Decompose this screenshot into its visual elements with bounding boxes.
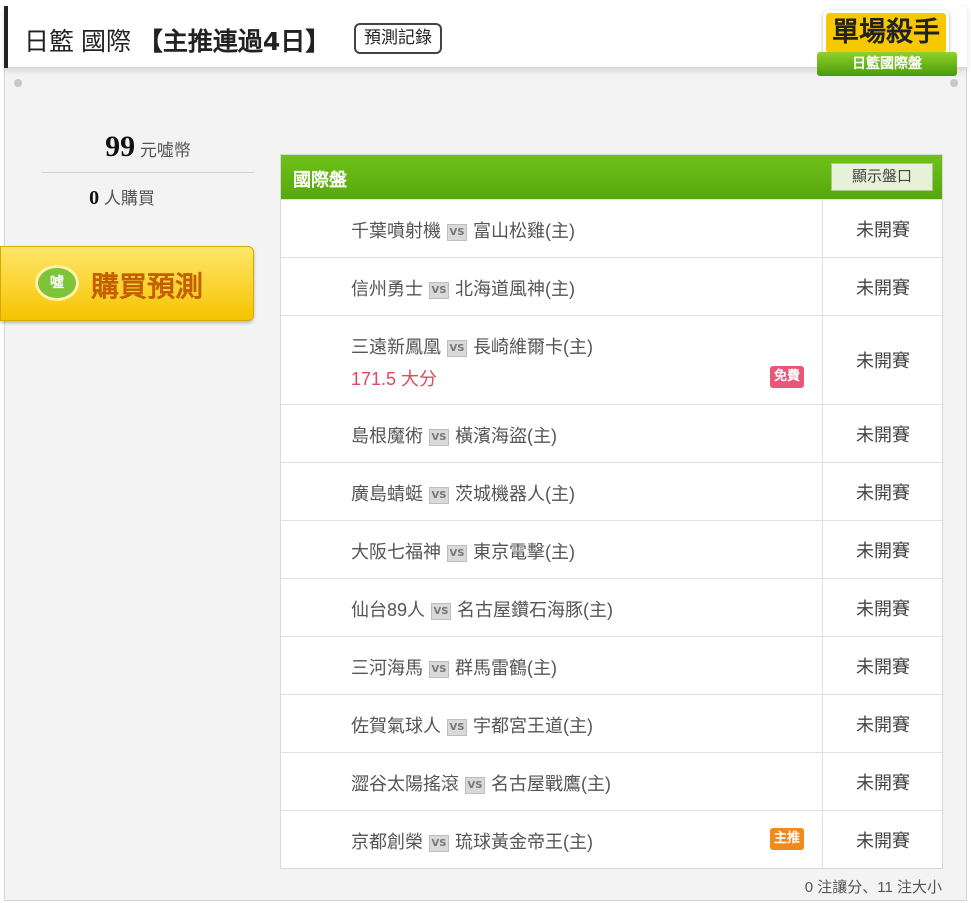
- badge-main-text: 單場殺手: [823, 10, 949, 56]
- title-prefix: 日籃 國際: [24, 28, 131, 56]
- price-display: 99 元噓幣: [42, 130, 254, 164]
- killer-badge: 單場殺手 日籃國際盤: [815, 6, 960, 86]
- home-team: 茨城機器人(主): [455, 484, 575, 504]
- home-team: 宇都宮王道(主): [473, 716, 593, 736]
- match-status: 未開賽: [822, 753, 943, 810]
- table-row: 三河海馬 VS 群馬雷鶴(主) 未開賽: [281, 636, 942, 694]
- match-status: 未開賽: [822, 405, 943, 462]
- vs-icon: VS: [431, 603, 452, 620]
- free-badge: 免費: [770, 366, 805, 388]
- home-team: 琉球黃金帝王(主): [455, 832, 593, 852]
- table-row: 三遠新鳳凰 VS 長崎維爾卡(主) 171.5 大分 免費 未開賽: [281, 315, 942, 404]
- buy-prediction-button[interactable]: 噓 購買預測: [0, 246, 254, 321]
- vs-icon: VS: [447, 719, 467, 736]
- match-status: 未開賽: [822, 200, 943, 257]
- match-teams: 廣島蜻蜓 VS 茨城機器人(主): [351, 480, 575, 506]
- match-teams: 京都創榮 VS 琉球黃金帝王(主): [351, 828, 593, 854]
- buyers-display: 0 人購買: [42, 184, 202, 210]
- away-team: 三河海馬: [351, 658, 423, 678]
- vs-icon: VS: [429, 282, 449, 299]
- away-team: 佐賀氣球人: [351, 716, 441, 736]
- match-rows: 千葉噴射機 VS 富山松雞(主) 未開賽 信州勇士 VS 北海道風神(主) 未開賽 三遠新鳳凰 V…: [281, 199, 942, 868]
- table-row: 信州勇士 VS 北海道風神(主) 未開賽: [281, 257, 942, 315]
- vs-icon: VS: [447, 545, 467, 562]
- match-teams: 佐賀氣球人 VS 宇都宮王道(主): [351, 712, 593, 738]
- away-team: 仙台89人: [351, 600, 426, 620]
- vs-icon: VS: [447, 340, 467, 357]
- vs-icon: VS: [429, 487, 449, 504]
- buy-prediction-label: 購買預測: [91, 270, 204, 303]
- away-team: 信州勇士: [351, 279, 423, 299]
- away-team: 三遠新鳳凰: [351, 337, 441, 357]
- home-team: 長崎維爾卡(主): [473, 337, 593, 357]
- prediction-pick: 171.5 大分: [351, 369, 438, 389]
- header-accent: [4, 6, 8, 68]
- table-row: 澀谷太陽搖滾 VS 名古屋戰鷹(主) 未開賽: [281, 752, 942, 810]
- home-team: 東京電擊(主): [473, 542, 575, 562]
- match-status: 未開賽: [822, 258, 943, 315]
- vs-icon: VS: [447, 224, 467, 241]
- match-status: 未開賽: [822, 637, 943, 694]
- prediction-record-button[interactable]: 預測記錄: [354, 23, 442, 54]
- match-status: 未開賽: [822, 811, 943, 868]
- match-status: 未開賽: [822, 463, 943, 520]
- home-team: 名古屋鑽石海豚(主): [457, 600, 614, 620]
- table-row: 京都創榮 VS 琉球黃金帝王(主) 主推 未開賽: [281, 810, 942, 868]
- page-title: 日籃 國際 【主推連過4日】: [24, 22, 330, 58]
- rivet-left: [14, 79, 22, 87]
- match-teams: 大阪七福神 VS 東京電擊(主): [351, 538, 575, 564]
- match-teams: 三遠新鳳凰 VS 長崎維爾卡(主): [351, 333, 593, 359]
- table-row: 佐賀氣球人 VS 宇都宮王道(主) 未開賽: [281, 694, 942, 752]
- match-teams: 島根魔術 VS 橫濱海盜(主): [351, 422, 557, 448]
- buyers-unit: 人購買: [103, 189, 155, 208]
- match-teams: 三河海馬 VS 群馬雷鶴(主): [351, 654, 557, 680]
- table-row: 仙台89人 VS 名古屋鑽石海豚(主) 未開賽: [281, 578, 942, 636]
- away-team: 廣島蜻蜓: [351, 484, 423, 504]
- match-teams: 澀谷太陽搖滾 VS 名古屋戰鷹(主): [351, 770, 611, 796]
- away-team: 澀谷太陽搖滾: [351, 774, 459, 794]
- badge-ribbon-text: 日籃國際盤: [817, 52, 957, 76]
- table-row: 千葉噴射機 VS 富山松雞(主) 未開賽: [281, 199, 942, 257]
- table-header: 國際盤 顯示盤口: [281, 155, 942, 199]
- main-pick-badge: 主推: [770, 828, 805, 850]
- show-odds-button[interactable]: 顯示盤口: [831, 163, 933, 191]
- vs-icon: VS: [429, 835, 449, 852]
- away-team: 島根魔術: [351, 426, 423, 446]
- match-status: 未開賽: [822, 579, 943, 636]
- match-table: 國際盤 顯示盤口 千葉噴射機 VS 富山松雞(主) 未開賽 信州勇士 VS 北海道風神(主)…: [280, 154, 943, 869]
- away-team: 千葉噴射機: [351, 221, 441, 241]
- match-status: 未開賽: [822, 316, 943, 404]
- vs-icon: VS: [465, 777, 485, 794]
- table-row: 島根魔術 VS 橫濱海盜(主) 未開賽: [281, 404, 942, 462]
- buyers-value: 0: [89, 187, 100, 209]
- home-team: 富山松雞(主): [473, 221, 575, 241]
- match-status: 未開賽: [822, 695, 943, 752]
- bet-summary: 0 注讓分、11 注大小: [804, 879, 942, 896]
- title-highlight: 【主推連過4日】: [137, 27, 331, 56]
- away-team: 京都創榮: [351, 832, 423, 852]
- coin-icon: 噓: [35, 265, 79, 301]
- price-divider: [42, 172, 254, 173]
- table-title: 國際盤: [293, 170, 347, 191]
- home-team: 群馬雷鶴(主): [455, 658, 557, 678]
- away-team: 大阪七福神: [351, 542, 441, 562]
- vs-icon: VS: [429, 661, 449, 678]
- match-teams: 信州勇士 VS 北海道風神(主): [351, 275, 575, 301]
- home-team: 北海道風神(主): [455, 279, 575, 299]
- match-teams: 仙台89人 VS 名古屋鑽石海豚(主): [351, 596, 613, 622]
- home-team: 橫濱海盜(主): [455, 426, 557, 446]
- table-row: 大阪七福神 VS 東京電擊(主) 未開賽: [281, 520, 942, 578]
- match-teams: 千葉噴射機 VS 富山松雞(主): [351, 217, 575, 243]
- price-unit: 元噓幣: [139, 141, 191, 160]
- price-value: 99: [105, 130, 136, 163]
- table-row: 廣島蜻蜓 VS 茨城機器人(主) 未開賽: [281, 462, 942, 520]
- home-team: 名古屋戰鷹(主): [491, 774, 611, 794]
- match-status: 未開賽: [822, 521, 943, 578]
- vs-icon: VS: [429, 429, 449, 446]
